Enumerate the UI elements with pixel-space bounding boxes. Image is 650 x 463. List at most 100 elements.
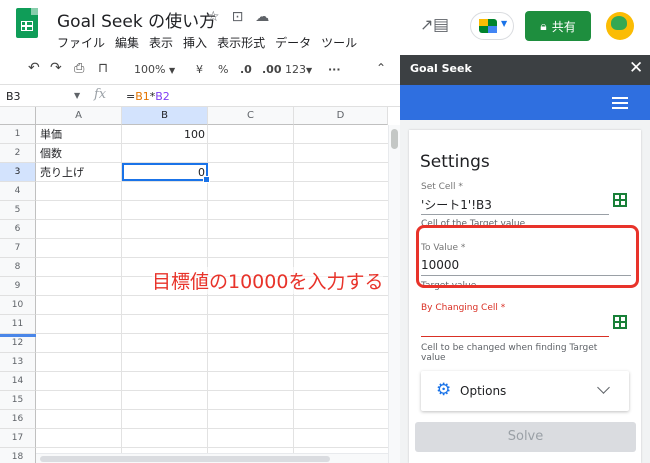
activity-trend-icon[interactable]: ↗ <box>420 15 433 34</box>
grid-line <box>36 409 400 410</box>
chevron-down-icon[interactable]: ▼ <box>74 91 80 100</box>
chevron-down-icon <box>597 381 610 394</box>
row-header-9[interactable]: 9 <box>0 277 36 296</box>
horizontal-scrollbar[interactable] <box>36 453 388 463</box>
settings-heading: Settings <box>420 152 490 172</box>
avatar[interactable] <box>606 12 634 40</box>
column-header-c[interactable]: C <box>208 107 294 125</box>
scroll-thumb[interactable] <box>391 129 398 149</box>
row-header-4[interactable]: 4 <box>0 182 36 201</box>
formula-input[interactable]: =B1*B2 <box>126 90 170 103</box>
chevron-down-icon: ▼ <box>306 66 313 75</box>
undo-icon[interactable]: ↶ <box>28 60 40 76</box>
chevron-down-icon: ▼ <box>168 66 176 75</box>
decrease-decimal-button[interactable]: .0 <box>240 63 252 76</box>
grid-line <box>293 125 294 463</box>
cell-a1[interactable]: 単価 <box>40 125 62 144</box>
solve-button[interactable]: Solve <box>415 422 636 452</box>
zoom-select[interactable]: 100% ▼ <box>134 63 175 76</box>
formula-eq: = <box>126 90 136 103</box>
grid-line <box>36 352 400 353</box>
share-label: 共有 <box>551 19 576 34</box>
options-expander[interactable]: ⚙ Options <box>421 371 629 411</box>
panel-body: Settings Set Cell * 'シート1'!B3 Cell of th… <box>400 120 650 463</box>
highlight-box <box>416 225 639 288</box>
row-header-8[interactable]: 8 <box>0 258 36 277</box>
set-cell-input[interactable]: 'シート1'!B3 <box>421 196 492 213</box>
scroll-thumb[interactable] <box>40 456 330 462</box>
close-icon[interactable]: ✕ <box>629 58 643 78</box>
row-header-13[interactable]: 13 <box>0 353 36 372</box>
row-header-3[interactable]: 3 <box>0 163 36 182</box>
menu-view[interactable]: 表示 <box>149 34 173 51</box>
grid-line <box>36 295 400 296</box>
row-header-1[interactable]: 1 <box>0 125 36 144</box>
more-options-icon[interactable]: ··· <box>328 63 341 76</box>
cloud-status-icon[interactable]: ☁ <box>255 9 269 25</box>
row-header-16[interactable]: 16 <box>0 410 36 429</box>
gear-icon: ⚙ <box>436 380 452 400</box>
title-actions: ☆ ⊡ ☁ <box>207 9 269 25</box>
fx-icon: fx <box>94 87 107 102</box>
menu-icon[interactable] <box>612 97 628 109</box>
chevron-up-icon[interactable]: ⌃ <box>376 61 386 75</box>
meet-camera-icon <box>479 19 497 33</box>
zoom-value: 100% <box>134 63 166 76</box>
row-header-17[interactable]: 17 <box>0 429 36 448</box>
cell-a2[interactable]: 個数 <box>40 144 62 163</box>
row-header-10[interactable]: 10 <box>0 296 36 315</box>
column-header-b[interactable]: B <box>122 107 208 125</box>
select-range-icon[interactable] <box>613 193 627 207</box>
row-header-11[interactable]: 11 <box>0 315 36 334</box>
freeze-handle[interactable] <box>0 334 36 337</box>
star-icon[interactable]: ☆ <box>207 9 220 25</box>
row-header-6[interactable]: 6 <box>0 220 36 239</box>
toolbar: ↶ ↷ ⎙ ⊓ 100% ▼ ¥ % .0 .00 123▼ ··· ⌃ <box>0 55 400 85</box>
formula-bar: B3 ▼ fx =B1*B2 <box>0 86 400 107</box>
set-cell-label: Set Cell * <box>421 182 463 192</box>
name-box[interactable]: B3 <box>6 90 21 103</box>
document-title[interactable]: Goal Seek の使い方 <box>57 7 216 32</box>
panel-header: Goal Seek ✕ <box>400 55 650 85</box>
menu-edit[interactable]: 編集 <box>115 34 139 51</box>
row-header-7[interactable]: 7 <box>0 239 36 258</box>
grid-line <box>36 143 400 144</box>
settings-card: Settings Set Cell * 'シート1'!B3 Cell of th… <box>409 130 641 463</box>
row-header-18[interactable]: 18 <box>0 448 36 463</box>
meet-button[interactable]: ▼ <box>470 12 514 40</box>
selected-cell-outline <box>122 163 210 183</box>
menu-data[interactable]: データ <box>275 34 311 51</box>
row-header-2[interactable]: 2 <box>0 144 36 163</box>
currency-button[interactable]: ¥ <box>196 63 203 76</box>
column-header-d[interactable]: D <box>294 107 388 125</box>
menu-tools[interactable]: ツール <box>321 34 357 51</box>
row-header-15[interactable]: 15 <box>0 391 36 410</box>
row-header-14[interactable]: 14 <box>0 372 36 391</box>
select-all-corner[interactable] <box>0 107 36 125</box>
sheets-logo-icon[interactable] <box>16 8 38 38</box>
move-folder-icon[interactable]: ⊡ <box>232 9 244 25</box>
format-select[interactable]: 123▼ <box>285 63 312 76</box>
grid-line <box>36 200 400 201</box>
cell-b1[interactable]: 100 <box>122 125 205 144</box>
percent-button[interactable]: % <box>218 63 228 76</box>
share-button[interactable]: 🔒︎ 共有 <box>525 11 591 41</box>
menu-insert[interactable]: 挿入 <box>183 34 207 51</box>
grid-line <box>36 181 400 182</box>
cell-a3[interactable]: 売り上げ <box>40 163 84 182</box>
redo-icon[interactable]: ↷ <box>50 60 62 76</box>
increase-decimal-button[interactable]: .00 <box>262 63 282 76</box>
comments-icon[interactable]: ▤ <box>433 15 449 35</box>
paint-format-icon[interactable]: ⊓ <box>98 61 108 76</box>
vertical-scrollbar[interactable] <box>388 125 400 463</box>
select-range-icon[interactable] <box>613 315 627 329</box>
column-header-a[interactable]: A <box>36 107 122 125</box>
menu-format[interactable]: 表示形式 <box>217 34 265 51</box>
lock-icon: 🔒︎ <box>540 18 547 33</box>
grid-line <box>36 390 400 391</box>
grid-line <box>36 219 400 220</box>
grid-line <box>36 371 400 372</box>
menu-file[interactable]: ファイル <box>57 34 105 51</box>
row-header-5[interactable]: 5 <box>0 201 36 220</box>
print-icon[interactable]: ⎙ <box>74 61 84 76</box>
